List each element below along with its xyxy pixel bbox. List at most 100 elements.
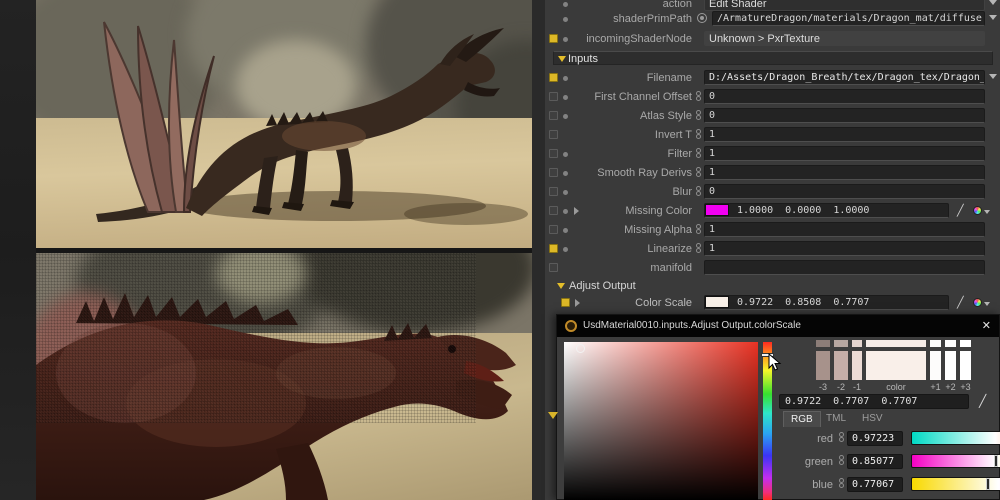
mouse-cursor-icon xyxy=(768,353,782,373)
color-value-field[interactable]: 0.9722 0.7707 0.7707 xyxy=(779,394,969,409)
smooth-ray-derivs-field[interactable]: 1 xyxy=(704,165,985,180)
checkbox-icon[interactable] xyxy=(549,168,558,177)
red-value-field[interactable]: 0.97223 xyxy=(847,431,903,446)
manifold-field[interactable] xyxy=(704,260,985,275)
slider-handle[interactable] xyxy=(986,478,990,490)
param-row-manifold: manifold xyxy=(545,260,1000,276)
invert-t-field[interactable]: 1 xyxy=(704,127,985,142)
tab-tml[interactable]: TML xyxy=(819,411,853,427)
green-slider[interactable] xyxy=(911,454,1000,468)
tab-hsv[interactable]: HSV xyxy=(855,411,890,427)
checkbox-icon[interactable] xyxy=(549,187,558,196)
link-icon xyxy=(695,186,702,198)
override-flag-icon[interactable] xyxy=(561,298,570,307)
override-flag-icon[interactable] xyxy=(549,73,558,82)
checkbox-icon[interactable] xyxy=(549,206,558,215)
pencil-icon[interactable]: ╱ xyxy=(957,204,964,217)
missing-color-values[interactable]: 1.0000 0.0000 1.0000 xyxy=(704,203,949,218)
checkbox-icon[interactable] xyxy=(549,111,558,120)
tab-rgb[interactable]: RGB xyxy=(783,411,821,427)
swatch-m1[interactable] xyxy=(852,351,862,380)
chevron-down-icon[interactable] xyxy=(989,0,997,5)
override-flag-icon[interactable] xyxy=(549,34,558,43)
close-icon[interactable]: ✕ xyxy=(982,319,991,332)
blue-slider[interactable] xyxy=(911,477,1000,491)
slider-handle[interactable] xyxy=(994,455,998,467)
param-label: Linearize xyxy=(567,243,692,255)
link-icon xyxy=(695,91,702,103)
linearize-field[interactable]: 1 xyxy=(704,241,985,256)
swatch-prev-m1[interactable] xyxy=(852,340,862,347)
param-label: Invert T xyxy=(567,129,692,141)
color-wheel-icon[interactable] xyxy=(973,298,982,307)
swatch-prev-m3[interactable] xyxy=(816,340,830,347)
checkbox-icon[interactable] xyxy=(549,92,558,101)
red-slider[interactable] xyxy=(911,431,1000,445)
dialog-titlebar[interactable]: UsdMaterial0010.inputs.Adjust Output.col… xyxy=(557,315,999,337)
chevron-down-icon[interactable] xyxy=(989,74,997,79)
param-row-smooth-ray-derivs: Smooth Ray Derivs 1 xyxy=(545,165,1000,181)
checkbox-icon[interactable] xyxy=(549,149,558,158)
pencil-icon[interactable]: ╱ xyxy=(957,296,964,309)
shaderprimpath-field[interactable]: /ArmatureDragon/materials/Dragon_mat/dif… xyxy=(712,11,985,26)
swatch-p3[interactable] xyxy=(960,351,971,380)
color-wheel-icon[interactable] xyxy=(973,206,982,215)
param-row-missing-alpha: Missing Alpha 1 xyxy=(545,222,1000,238)
filename-field[interactable]: D:/Assets/Dragon_Breath/tex/Dragon_tex/D… xyxy=(704,70,985,85)
saturation-value-square[interactable] xyxy=(564,342,758,500)
missing-alpha-field[interactable]: 1 xyxy=(704,222,985,237)
green-value-field[interactable]: 0.85077 xyxy=(847,454,903,469)
missing-color-swatch[interactable] xyxy=(705,204,729,216)
section-header-adjust-output[interactable]: Adjust Output xyxy=(545,279,1000,295)
collapse-triangle-icon[interactable] xyxy=(558,56,566,62)
param-label: Blur xyxy=(567,186,692,198)
color-scale-values[interactable]: 0.9722 0.8508 0.7707 xyxy=(704,295,949,310)
filter-field[interactable]: 1 xyxy=(704,146,985,161)
section-title: Inputs xyxy=(568,53,598,65)
left-edge-strip xyxy=(0,0,36,500)
override-flag-icon[interactable] xyxy=(549,244,558,253)
checkbox-icon[interactable] xyxy=(549,263,558,272)
slider-label: green xyxy=(787,456,833,468)
swatch-p1[interactable] xyxy=(930,351,941,380)
swatch-label: -3 xyxy=(816,382,830,392)
checkbox-icon[interactable] xyxy=(549,225,558,234)
first-channel-offset-field[interactable]: 0 xyxy=(704,89,985,104)
color-selection-ring-icon[interactable] xyxy=(576,344,585,353)
panel-collapse-arrow-icon[interactable] xyxy=(548,412,558,419)
node-chooser-icon[interactable] xyxy=(697,13,707,23)
blue-value-field[interactable]: 0.77067 xyxy=(847,477,903,492)
link-icon xyxy=(695,110,702,122)
param-label: shaderPrimPath xyxy=(567,13,692,25)
pencil-icon[interactable]: ╱ xyxy=(979,394,986,408)
color-scale-swatch[interactable] xyxy=(705,296,729,308)
swatch-p2[interactable] xyxy=(945,351,956,380)
checkbox-icon[interactable] xyxy=(549,130,558,139)
collapse-triangle-icon[interactable] xyxy=(557,283,565,289)
swatch-prev-p2[interactable] xyxy=(945,340,956,347)
param-label: incomingShaderNode xyxy=(567,33,692,45)
link-icon xyxy=(695,129,702,141)
swatch-m3[interactable] xyxy=(816,351,830,380)
swatch-color[interactable] xyxy=(866,351,926,380)
swatch-prev-p3[interactable] xyxy=(960,340,971,347)
dialog-title: UsdMaterial0010.inputs.Adjust Output.col… xyxy=(583,320,801,331)
param-row-filename: Filename D:/Assets/Dragon_Breath/tex/Dra… xyxy=(545,70,1000,86)
swatch-label: -1 xyxy=(852,382,862,392)
blur-field[interactable]: 0 xyxy=(704,184,985,199)
param-dot-icon xyxy=(563,209,568,214)
expand-triangle-icon[interactable] xyxy=(575,299,580,307)
action-dropdown[interactable]: Edit Shader xyxy=(704,0,985,11)
atlas-style-field[interactable]: 0 xyxy=(704,108,985,123)
viewport-render-top xyxy=(36,0,532,248)
swatch-prev-m2[interactable] xyxy=(834,340,848,347)
swatch-prev-color[interactable] xyxy=(866,340,926,347)
swatch-label: +3 xyxy=(960,382,971,392)
section-header-inputs[interactable]: Inputs xyxy=(553,51,993,65)
swatch-m2[interactable] xyxy=(834,351,848,380)
link-icon xyxy=(695,243,702,255)
expand-triangle-icon[interactable] xyxy=(574,207,579,215)
swatch-prev-p1[interactable] xyxy=(930,340,941,347)
pane-divider[interactable] xyxy=(532,0,545,500)
chevron-down-icon[interactable] xyxy=(989,15,997,20)
